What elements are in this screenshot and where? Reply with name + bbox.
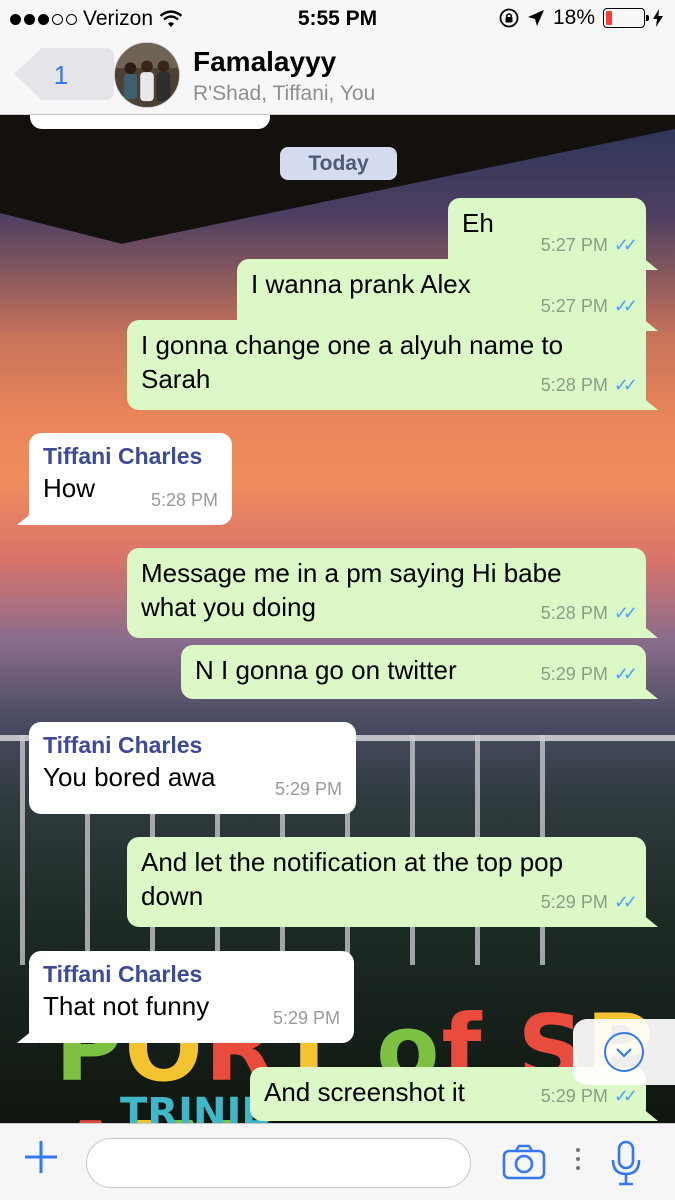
message-meta: 5:29 PM xyxy=(273,1001,340,1035)
message-in[interactable]: Tiffani Charles You bored awa 5:29 PM xyxy=(29,722,356,814)
message-in[interactable]: Tiffani Charles That not funny 5:29 PM xyxy=(29,951,354,1043)
more-dots-icon[interactable] xyxy=(576,1148,580,1175)
message-time: 5:29 PM xyxy=(272,1008,340,1028)
message-input[interactable] xyxy=(86,1138,471,1188)
chevron-down-icon xyxy=(604,1032,644,1072)
message-time: 5:29 PM xyxy=(540,664,608,684)
location-arrow-icon xyxy=(527,10,544,26)
message-meta: 5:29 PM ✓✓ xyxy=(540,657,638,691)
back-button[interactable]: 1 xyxy=(14,48,114,100)
unread-count: 1 xyxy=(53,60,69,90)
read-ticks-icon: ✓✓ xyxy=(613,664,638,684)
status-bar: Verizon 5:55 PM 18% xyxy=(0,0,675,38)
message-meta: 5:28 PM ✓✓ xyxy=(540,368,638,402)
message-time: 5:28 PM xyxy=(150,490,218,510)
scroll-to-bottom-button[interactable] xyxy=(573,1019,675,1085)
microphone-icon[interactable] xyxy=(610,1140,642,1191)
read-ticks-icon: ✓✓ xyxy=(613,375,638,395)
message-time: 5:28 PM xyxy=(540,603,608,623)
message-meta: 5:29 PM ✓✓ xyxy=(540,885,638,919)
message-meta: 5:27 PM ✓✓ xyxy=(540,289,638,323)
chat-title[interactable]: Famalayyy xyxy=(193,46,336,78)
read-ticks-icon: ✓✓ xyxy=(613,296,638,316)
battery-icon xyxy=(603,8,649,28)
date-divider: Today xyxy=(280,147,397,180)
camera-icon[interactable] xyxy=(502,1144,546,1185)
plus-icon[interactable] xyxy=(23,1136,59,1184)
battery-fill xyxy=(606,11,612,25)
message-time: 5:27 PM xyxy=(540,235,608,255)
rotation-lock-icon xyxy=(499,8,519,28)
message-out[interactable]: Message me in a pm saying Hi babe what y… xyxy=(127,548,646,638)
header-bar: Verizon 5:55 PM 18% 1 Famalayyy R'Shad, … xyxy=(0,0,675,115)
message-meta: 5:28 PM xyxy=(151,483,218,517)
message-in[interactable]: Tiffani Charles How 5:28 PM xyxy=(29,433,232,525)
chat-area[interactable]: PORT of SPAIN TRINID Today Eh 5:27 PM✓✓ … xyxy=(0,115,675,1123)
sender-name[interactable]: Tiffani Charles xyxy=(43,959,340,989)
sender-name[interactable]: Tiffani Charles xyxy=(43,730,342,760)
message-meta: 5:27 PM ✓✓ xyxy=(540,228,638,262)
sender-name[interactable]: Tiffani Charles xyxy=(43,441,218,471)
read-ticks-icon: ✓✓ xyxy=(613,603,638,623)
battery-percent: 18% xyxy=(552,6,595,29)
message-time: 5:29 PM xyxy=(540,892,608,912)
message-meta: 5:29 PM xyxy=(275,772,342,806)
message-out[interactable]: And let the notification at the top pop … xyxy=(127,837,646,927)
message-out[interactable]: N I gonna go on twitter 5:29 PM ✓✓ xyxy=(181,645,646,699)
message-meta: 5:28 PM ✓✓ xyxy=(540,596,638,630)
message-time: 5:28 PM xyxy=(540,375,608,395)
read-ticks-icon: ✓✓ xyxy=(613,235,638,255)
message-time: 5:27 PM xyxy=(540,296,608,316)
message-out[interactable]: I gonna change one a alyuh name to Sarah… xyxy=(127,320,646,410)
cut-off-bubble xyxy=(30,115,270,129)
status-right: 18% xyxy=(499,6,663,30)
group-avatar[interactable] xyxy=(114,42,180,108)
read-ticks-icon: ✓✓ xyxy=(613,892,638,912)
chat-members[interactable]: R'Shad, Tiffani, You xyxy=(193,82,375,106)
bolt-icon xyxy=(653,9,663,27)
message-time: 5:29 PM xyxy=(274,779,342,799)
input-bar xyxy=(0,1123,675,1200)
